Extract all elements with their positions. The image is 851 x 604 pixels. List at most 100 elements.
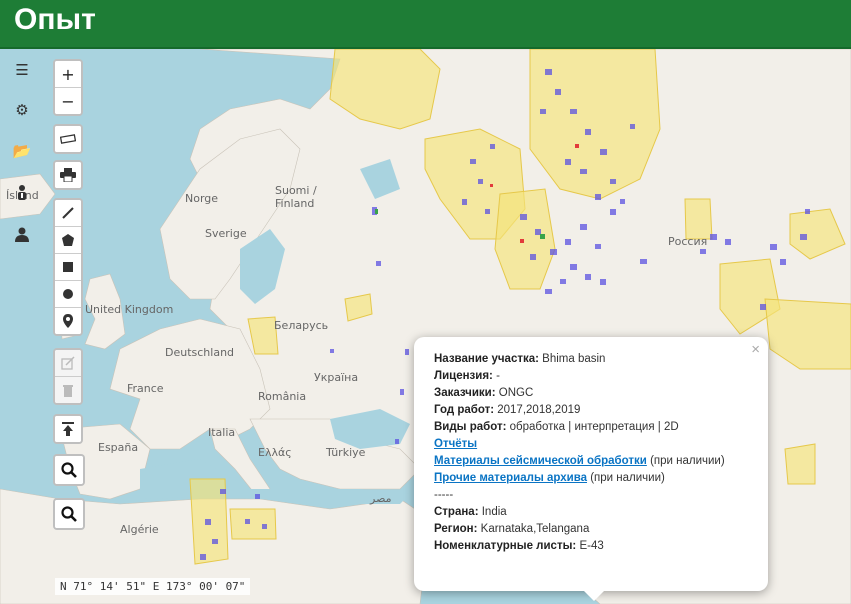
feature-popup: × Название участка: Bhima basin Лицензия… [414,337,768,601]
map-label-belarus: Беларусь [274,319,329,332]
seismic-suffix: (при наличии) [650,455,725,467]
survey-tile [600,279,606,285]
survey-tile [200,554,206,560]
delete-layers-button[interactable] [55,377,81,403]
draw-polygon-button[interactable] [55,227,81,254]
user-info-glyph [18,185,26,200]
map-label-romania: România [258,390,307,403]
area-polygon [784,443,816,485]
print-button[interactable] [55,162,81,188]
survey-tile [700,249,706,254]
popup-row-customers: Заказчики: ONGC [434,385,759,402]
upload-button[interactable] [55,416,81,442]
edit-layers-button[interactable] [55,350,81,377]
edit-icon [61,356,75,370]
survey-tile [530,254,536,260]
works-value: обработка | интерпретация | 2D [509,421,679,433]
survey-tile [520,214,527,220]
survey-tile [800,234,807,240]
user-icon[interactable] [10,222,34,246]
survey-tile [212,539,218,544]
survey-tile [376,261,381,266]
survey-tile-red [575,144,579,148]
area-polygon [684,198,713,240]
survey-tile [570,264,577,270]
survey-tile [490,144,495,149]
country-label: Страна: [434,506,479,518]
other-materials-link[interactable]: Прочие материалы архива [434,472,587,484]
ruler-button[interactable] [55,126,81,152]
seismic-materials-link[interactable]: Материалы сейсмической обработки [434,455,647,467]
draw-rectangle-button[interactable] [55,254,81,281]
map-label-suomi: Suomi / [275,184,317,197]
folder-open-icon[interactable]: 📂 [10,139,34,163]
reports-link[interactable]: Отчёты [434,438,477,450]
survey-tile [640,259,647,264]
area-polygon [229,508,277,540]
menu-icon[interactable]: ☰ [10,58,34,82]
zoom-in-button[interactable]: + [55,61,81,88]
map-label-france: France [127,382,164,395]
survey-tile [595,244,601,249]
survey-tile [550,249,557,255]
search-icon [61,462,77,478]
user-info-icon[interactable] [10,180,34,204]
search-button[interactable] [55,456,83,484]
survey-tile [485,209,490,214]
popup-row-other: Прочие материалы архива (при наличии) [434,470,759,487]
search-area-button[interactable] [55,500,83,528]
survey-tile [555,89,561,95]
survey-tile [610,179,616,184]
survey-tile [470,159,476,164]
app-header: Опыт [0,0,851,49]
survey-tile-red [490,184,493,187]
map-label-misr: مصر [370,492,392,505]
draw-toolbar [53,198,83,336]
popup-row-country: Страна: India [434,504,759,521]
popup-row-seismic: Материалы сейсмической обработки (при на… [434,453,759,470]
draw-circle-button[interactable] [55,281,81,308]
map-label-sverige: Sverige [205,227,247,240]
circle-icon [63,289,73,299]
popup-row-works: Виды работ: обработка | интерпретация | … [434,419,759,436]
survey-tile [770,244,777,250]
search-control-2 [53,498,85,530]
license-label: Лицензия: [434,370,493,382]
survey-tile [560,279,566,284]
survey-tile [395,439,399,444]
survey-tile [400,389,404,395]
arrow-top-icon [62,422,74,436]
survey-tile [545,289,552,294]
survey-tile [262,524,267,529]
survey-tile [255,494,260,499]
country-value: India [481,506,507,518]
draw-polyline-button[interactable] [55,200,81,227]
marker-icon [63,314,73,328]
region-label: Регион: [434,523,478,535]
popup-tip [584,591,604,601]
survey-tile [595,194,601,200]
sheets-value: E-43 [579,540,604,552]
survey-tile [245,519,250,524]
other-suffix: (при наличии) [590,472,665,484]
draw-marker-button[interactable] [55,308,81,334]
map-label-ukraina: Україна [314,371,359,384]
coordinates-readout: N 71° 14' 51" E 173° 00' 07" [55,578,251,595]
map-label-rossiya: Россия [668,235,708,248]
survey-tile [585,129,591,135]
gear-icon[interactable]: ⚙ [10,98,34,122]
survey-tile [760,304,766,310]
survey-tile [580,169,587,174]
map-label-turkiye: Türkiye [326,446,366,459]
survey-tile [478,179,483,184]
printer-icon [60,168,76,182]
popup-separator: ----- [434,489,454,501]
sheets-label: Номенклатурные листы: [434,540,577,552]
area-value: Bhima basin [542,353,606,365]
zoom-out-button[interactable]: − [55,88,81,114]
zoom-control: + − [53,59,83,116]
survey-tile-green [375,209,378,214]
popup-row-region: Регион: Karnataka,Telangana [434,521,759,538]
survey-tile [580,224,587,230]
map-label-finland: Finland [275,197,315,210]
